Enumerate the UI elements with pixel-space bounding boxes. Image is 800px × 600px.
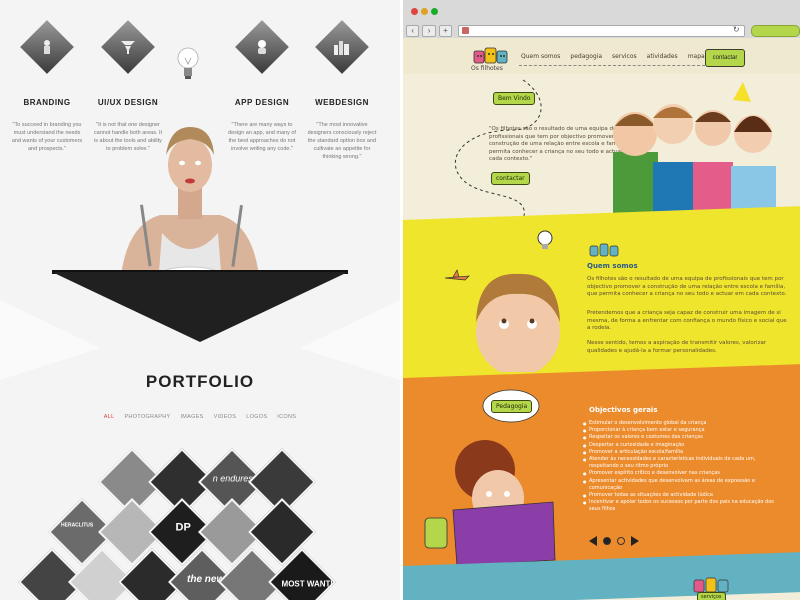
tornado-icon [101, 20, 155, 74]
list-item: Atender às necessidades e característica… [583, 456, 783, 470]
nav-item-pedagogia[interactable]: pedagogia [570, 53, 602, 60]
list-item: Promover espírito crítico e desenvolver … [583, 470, 783, 477]
filter-photography[interactable]: PHOTOGRAPHY [124, 414, 170, 420]
search-field[interactable] [750, 25, 800, 37]
list-item: Apresentar actividades que desenvolvam a… [583, 478, 783, 492]
list-item: Promover todas as situações de actividad… [583, 492, 783, 499]
list-item: Proporcionar à criança bem estar e segur… [583, 427, 783, 434]
prev-arrow-icon[interactable] [589, 536, 597, 546]
list-item: Respeitar os valores e costumes das cria… [583, 434, 783, 441]
about-heading: Quem somos [587, 262, 638, 270]
service-branding[interactable]: BRANDING "To succeed in branding you mus… [7, 20, 87, 153]
browser-toolbar: ‹ › + ↻ [403, 24, 800, 38]
about-paragraph-2: Pretendemos que a criança seja capaz de … [587, 310, 787, 331]
services-badge: serviços [697, 592, 726, 600]
pager-dot[interactable] [617, 537, 625, 545]
site-header: Os filhotes Quem somos pedagogia servico… [403, 38, 800, 74]
browser-chrome: ‹ › + ↻ [403, 0, 800, 39]
nav-dashed-line [519, 65, 705, 66]
table-shape [52, 272, 348, 342]
list-item: Incentivar e apoiar todos os sucessos po… [583, 499, 783, 513]
city-icon [315, 20, 369, 74]
woman-at-table-photo [120, 127, 260, 285]
service-title: APP DESIGN [234, 98, 290, 107]
boy-looking-up-photo [476, 273, 560, 372]
astronaut-icon [235, 20, 289, 74]
portfolio-heading: PORTFOLIO [145, 372, 255, 391]
site-favicon-icon [462, 27, 470, 34]
tile-text: n endures [212, 473, 253, 484]
pager-dot-active[interactable] [603, 537, 611, 545]
address-bar[interactable]: ↻ [458, 25, 745, 37]
next-arrow-icon[interactable] [631, 536, 639, 546]
filter-logos[interactable]: LOGOS [246, 414, 267, 420]
about-paragraph-3: Nesse sentido, temos a aspiração de tran… [587, 340, 767, 354]
objectives-heading: Objectivos gerais [589, 406, 658, 414]
service-title: UI/UX DESIGN [97, 98, 159, 107]
filter-videos[interactable]: VIDEOS [214, 414, 237, 420]
service-webdesign[interactable]: WEBDESIGN "The most innovative designers… [302, 20, 382, 161]
list-item: Despertar a curiosidade e imaginação [583, 442, 783, 449]
close-window-button[interactable] [411, 8, 418, 15]
kids-site-screenshot: ‹ › + ↻ Os filhotes Quem somos pedagogia… [403, 0, 800, 600]
service-description: "The most innovative designers conscious… [307, 122, 377, 160]
nav-item-atividades[interactable]: atividades [647, 53, 678, 60]
maximize-window-button[interactable] [431, 8, 438, 15]
person-icon [20, 20, 74, 74]
service-description: "To succeed in branding you must underst… [11, 122, 83, 152]
contact-button[interactable]: contactar [705, 49, 745, 67]
tile-text: HERACLITUS [61, 522, 94, 529]
portfolio-site-screenshot: BRANDING "To succeed in branding you mus… [0, 0, 400, 600]
portfolio-grid: n endures HERACLITUS DP the new MOST WAN… [18, 440, 370, 600]
new-tab-plus-icon[interactable]: + [438, 25, 453, 37]
lightbulb-doodle-icon [537, 230, 553, 249]
forward-arrow-icon[interactable]: › [422, 25, 436, 37]
welcome-contact-button[interactable]: contactar [491, 172, 530, 185]
reload-icon[interactable]: ↻ [733, 25, 740, 34]
filter-all[interactable]: ALL [104, 414, 115, 420]
filter-icons[interactable]: ICONS [277, 414, 296, 420]
children-group-photo [613, 82, 776, 217]
nav-item-mapa[interactable]: mapa [688, 53, 705, 60]
main-navigation: Quem somos pedagogia servicos atividades… [521, 53, 705, 60]
back-arrow-icon[interactable]: ‹ [406, 25, 420, 37]
tile-text: DP [175, 521, 191, 534]
service-title: BRANDING [23, 98, 71, 107]
service-title: WEBDESIGN [315, 98, 369, 107]
list-item: Promover a articulação escola/família [583, 449, 783, 456]
filter-images[interactable]: IMAGES [180, 414, 203, 420]
lightbulb-icon [177, 47, 199, 79]
girl-reading-photo [424, 440, 556, 567]
nav-item-quem-somos[interactable]: Quem somos [521, 53, 560, 60]
portfolio-filter-bar: ALL PHOTOGRAPHY IMAGES VIDEOS LOGOS ICON… [0, 414, 400, 420]
airplane-doodle-icon [444, 269, 470, 281]
welcome-badge: Bem Vindo [493, 92, 536, 105]
slider-pager [589, 536, 639, 546]
about-logo-icon [589, 243, 619, 257]
pedagogy-badge: Pedagogia [491, 400, 533, 413]
tile-text: MOST WANTED [281, 579, 336, 589]
nav-item-servicos[interactable]: servicos [612, 53, 637, 60]
objectives-list: Estimular o desenvolvimento global da cr… [583, 420, 783, 514]
minimize-window-button[interactable] [421, 8, 428, 15]
about-paragraph-1: Os filhotes são o resultado de uma equip… [587, 276, 787, 297]
